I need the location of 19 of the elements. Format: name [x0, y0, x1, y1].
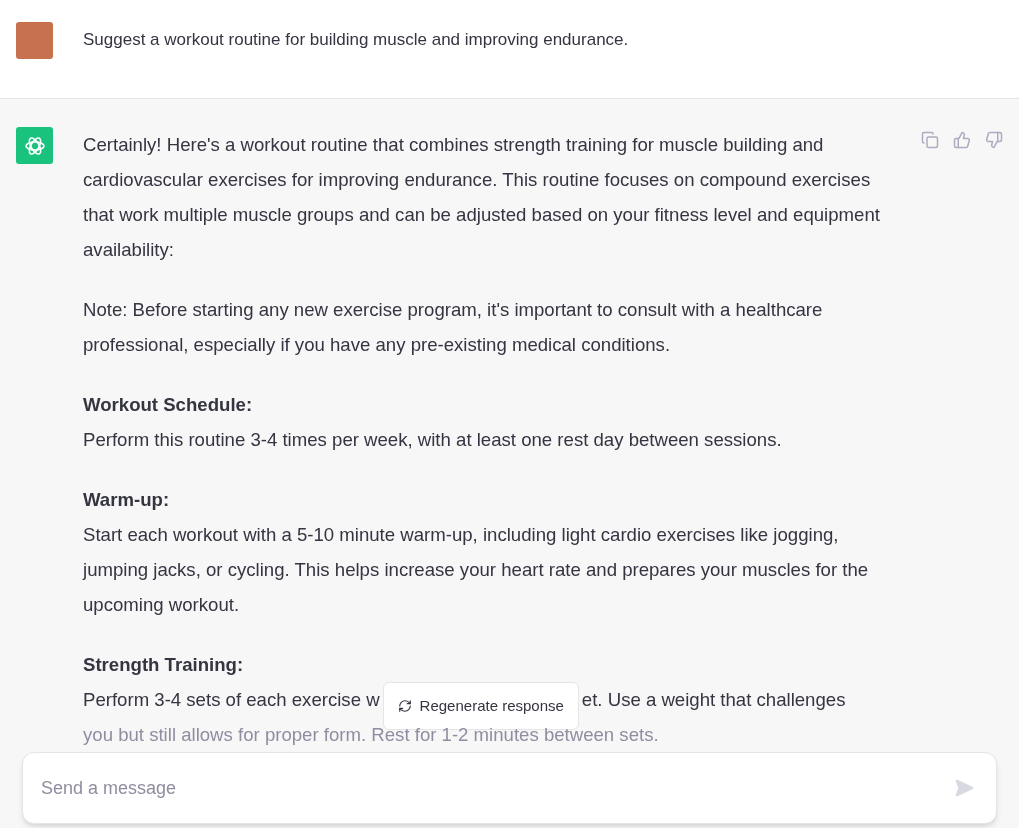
user-message: Suggest a workout routine for building muscle and improving endurance.	[83, 29, 629, 51]
section-heading: Strength Training:	[83, 653, 245, 677]
send-icon[interactable]	[954, 778, 974, 798]
response-text: Perform 3-4 sets of each exercise w	[83, 688, 380, 712]
composer-panel[interactable]: Send a message	[22, 752, 997, 824]
response-paragraph: Start each workout with a 5-10 minute warm-up, including light cardio exercises like jogging, jumping jacks, or cycling. This helps increase your heart rate and prepares your muscles for the upcoming workout.	[83, 523, 870, 617]
section-heading: Workout Schedule:	[83, 393, 254, 417]
photo-placeholder	[16, 22, 53, 59]
thumbs-up-icon[interactable]	[953, 131, 971, 149]
response-paragraph: Note: Before starting any new exercise program, it's important to consult with a healthcare professional, especially if you have any pre-existing medical conditions.	[83, 298, 824, 357]
assistant-logo-icon	[16, 127, 53, 164]
message-input[interactable]: Send a message	[41, 774, 954, 802]
refresh-icon	[397, 698, 412, 713]
thumbs-down-icon[interactable]	[985, 131, 1003, 149]
copy-icon[interactable]	[921, 131, 939, 149]
section-heading: Warm-up:	[83, 488, 171, 512]
response-paragraph: Certainly! Here's a workout routine that combines strength training for muscle building and cardiovascular exercises for improving endurance. This routine focuses on compound exercises that work multiple muscle groups and can be adjusted based on your fitness level and equipment availability:	[83, 133, 881, 262]
response-text: et. Use a weight that challenges	[581, 688, 846, 712]
response-paragraph: Perform this routine 3-4 times per week, with at least one rest day between sessions.	[83, 428, 783, 452]
